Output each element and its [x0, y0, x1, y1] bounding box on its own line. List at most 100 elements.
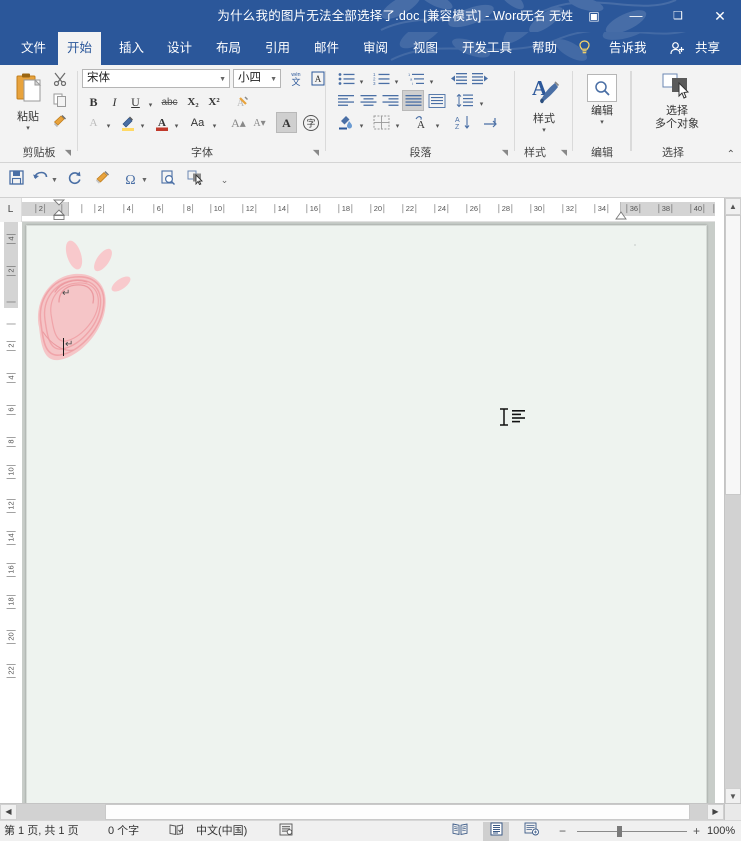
sort-button[interactable]: A Z	[452, 113, 474, 132]
qat-format-painter-button[interactable]	[90, 168, 115, 193]
vertical-scrollbar[interactable]: ▲ ▼	[724, 198, 741, 805]
tab-references[interactable]: 引用	[256, 32, 299, 65]
align-center-button[interactable]	[358, 91, 378, 110]
qat-undo-button[interactable]	[30, 168, 50, 193]
horizontal-ruler[interactable]: │2│ │ │ │2│ │4│ │6│ │8│ │10│ │12│ │14│ │…	[22, 198, 715, 222]
clear-formatting-button[interactable]: A	[230, 92, 251, 111]
editing-button[interactable]: 编辑 ▾	[583, 71, 621, 125]
superscript-button[interactable]: X²	[204, 92, 224, 111]
document-page[interactable]: ↵ ↵	[26, 225, 707, 805]
pink-scribble-drawing[interactable]	[29, 232, 149, 392]
phonetic-paragraph-button[interactable]: A	[410, 113, 432, 132]
close-button[interactable]: ✕	[699, 0, 741, 32]
scroll-up-arrow-icon[interactable]: ▲	[725, 198, 741, 215]
text-effects-button[interactable]: A	[84, 113, 103, 132]
qat-undo-caret-icon[interactable]: ▼	[50, 168, 59, 193]
language-status[interactable]: 中文(中国)	[196, 821, 247, 841]
increase-indent-button[interactable]	[470, 69, 491, 88]
paste-caret-icon[interactable]: ▾	[9, 124, 47, 132]
zoom-level-label[interactable]: 100%	[707, 821, 735, 841]
font-color-button[interactable]: A	[152, 113, 171, 132]
styles-button[interactable]: A 样式 ▾	[523, 71, 565, 129]
tab-review[interactable]: 审阅	[354, 32, 397, 65]
underline-caret-icon[interactable]: ▾	[145, 92, 156, 111]
change-case-button[interactable]: Aa	[186, 113, 209, 132]
grow-font-button[interactable]: A▴	[228, 113, 249, 132]
bold-button[interactable]: B	[84, 92, 103, 111]
character-border-button[interactable]: 字	[299, 112, 322, 133]
phonetic-guide-button[interactable]: wén 文	[285, 68, 306, 89]
font-color-caret-icon[interactable]: ▾	[171, 113, 182, 132]
proofing-status-button[interactable]	[165, 821, 187, 841]
horizontal-scrollbar[interactable]: ◀ ▶	[0, 803, 724, 820]
document-canvas[interactable]: ↵ ↵	[22, 222, 715, 805]
shading-button[interactable]	[336, 113, 356, 132]
chevron-down-icon[interactable]: ▼	[219, 70, 226, 89]
distribute-button[interactable]	[426, 91, 447, 110]
bullets-button[interactable]	[336, 69, 356, 88]
qat-print-preview-button[interactable]	[155, 168, 180, 193]
tab-developer[interactable]: 开发工具	[453, 32, 521, 65]
select-multiple-objects-button[interactable]: 选择 多个对象	[639, 69, 715, 131]
change-case-caret-icon[interactable]: ▾	[209, 113, 220, 132]
paste-button[interactable]: 粘贴 ▾	[8, 69, 48, 131]
decrease-indent-button[interactable]	[448, 69, 469, 88]
tellme-label[interactable]: 告诉我	[600, 32, 656, 65]
cut-button[interactable]	[50, 69, 70, 88]
maximize-button[interactable]: ❑	[657, 0, 699, 32]
vertical-ruler[interactable]: │4│ │2│ │ │ │2│ │4│ │6│ │8│ │10│ │12│ │1…	[0, 222, 22, 805]
vertical-scroll-thumb[interactable]	[725, 215, 741, 495]
horizontal-scroll-thumb[interactable]	[105, 804, 690, 820]
minimize-button[interactable]: —	[615, 0, 657, 32]
view-web-layout-button[interactable]	[519, 822, 545, 841]
copy-button[interactable]	[50, 90, 70, 109]
tab-stop-selector[interactable]: L	[0, 198, 22, 222]
line-spacing-button[interactable]	[454, 91, 476, 110]
ribbon-display-options-icon[interactable]: ▣	[573, 0, 615, 32]
zoom-in-button[interactable]: +	[693, 821, 700, 841]
multilevel-caret-icon[interactable]: ▾	[426, 69, 437, 88]
phonetic-caret-icon[interactable]: ▾	[432, 113, 443, 132]
italic-button[interactable]: I	[105, 92, 124, 111]
qat-save-button[interactable]	[4, 168, 29, 193]
align-justify-button[interactable]	[402, 90, 424, 111]
line-spacing-caret-icon[interactable]: ▾	[476, 91, 487, 110]
tab-help[interactable]: 帮助	[523, 32, 566, 65]
account-name[interactable]: 无名 无姓	[522, 0, 573, 32]
text-effects-caret-icon[interactable]: ▾	[103, 113, 114, 132]
bullets-caret-icon[interactable]: ▾	[356, 69, 367, 88]
numbering-button[interactable]: 1 2 3	[371, 69, 391, 88]
chevron-down-icon[interactable]: ▼	[270, 70, 277, 89]
shrink-font-button[interactable]: A▾	[249, 113, 270, 132]
word-count-status[interactable]: 0 个字	[108, 821, 139, 841]
highlight-caret-icon[interactable]: ▾	[137, 113, 148, 132]
subscript-button[interactable]: X₂	[183, 92, 203, 111]
tab-home[interactable]: 开始	[58, 32, 101, 65]
align-right-button[interactable]	[380, 91, 400, 110]
clipboard-dialog-launcher[interactable]: ◥	[62, 147, 74, 159]
multilevel-list-button[interactable]: 1 a i	[406, 69, 426, 88]
show-paragraph-marks-button[interactable]	[479, 113, 500, 132]
underline-button[interactable]: U	[126, 92, 145, 111]
qat-customize-button[interactable]: ⌄	[212, 168, 237, 193]
qat-symbol-caret-icon[interactable]: ▼	[140, 168, 149, 193]
font-family-combo[interactable]: 宋体 ▼	[82, 69, 230, 88]
page-number-status[interactable]: 第 1 页, 共 1 页	[4, 821, 79, 841]
tab-mailings[interactable]: 邮件	[305, 32, 348, 65]
lightbulb-icon[interactable]	[578, 32, 591, 65]
styles-dialog-launcher[interactable]: ◥	[558, 147, 570, 159]
styles-caret-icon[interactable]: ▾	[524, 126, 564, 134]
align-left-button[interactable]	[336, 91, 356, 110]
scroll-right-arrow-icon[interactable]: ▶	[707, 804, 724, 820]
view-read-mode-button[interactable]	[447, 822, 473, 841]
highlight-button[interactable]	[118, 113, 137, 132]
tab-layout[interactable]: 布局	[207, 32, 250, 65]
qat-select-objects-button[interactable]	[183, 168, 208, 193]
share-label[interactable]: 共享	[686, 32, 729, 65]
zoom-slider-track[interactable]	[577, 831, 687, 832]
view-print-layout-button[interactable]	[483, 822, 509, 841]
format-painter-button[interactable]	[50, 111, 70, 130]
tab-view[interactable]: 视图	[404, 32, 447, 65]
strikethrough-button[interactable]: abc	[158, 92, 181, 111]
right-indent-marker[interactable]	[614, 211, 628, 221]
